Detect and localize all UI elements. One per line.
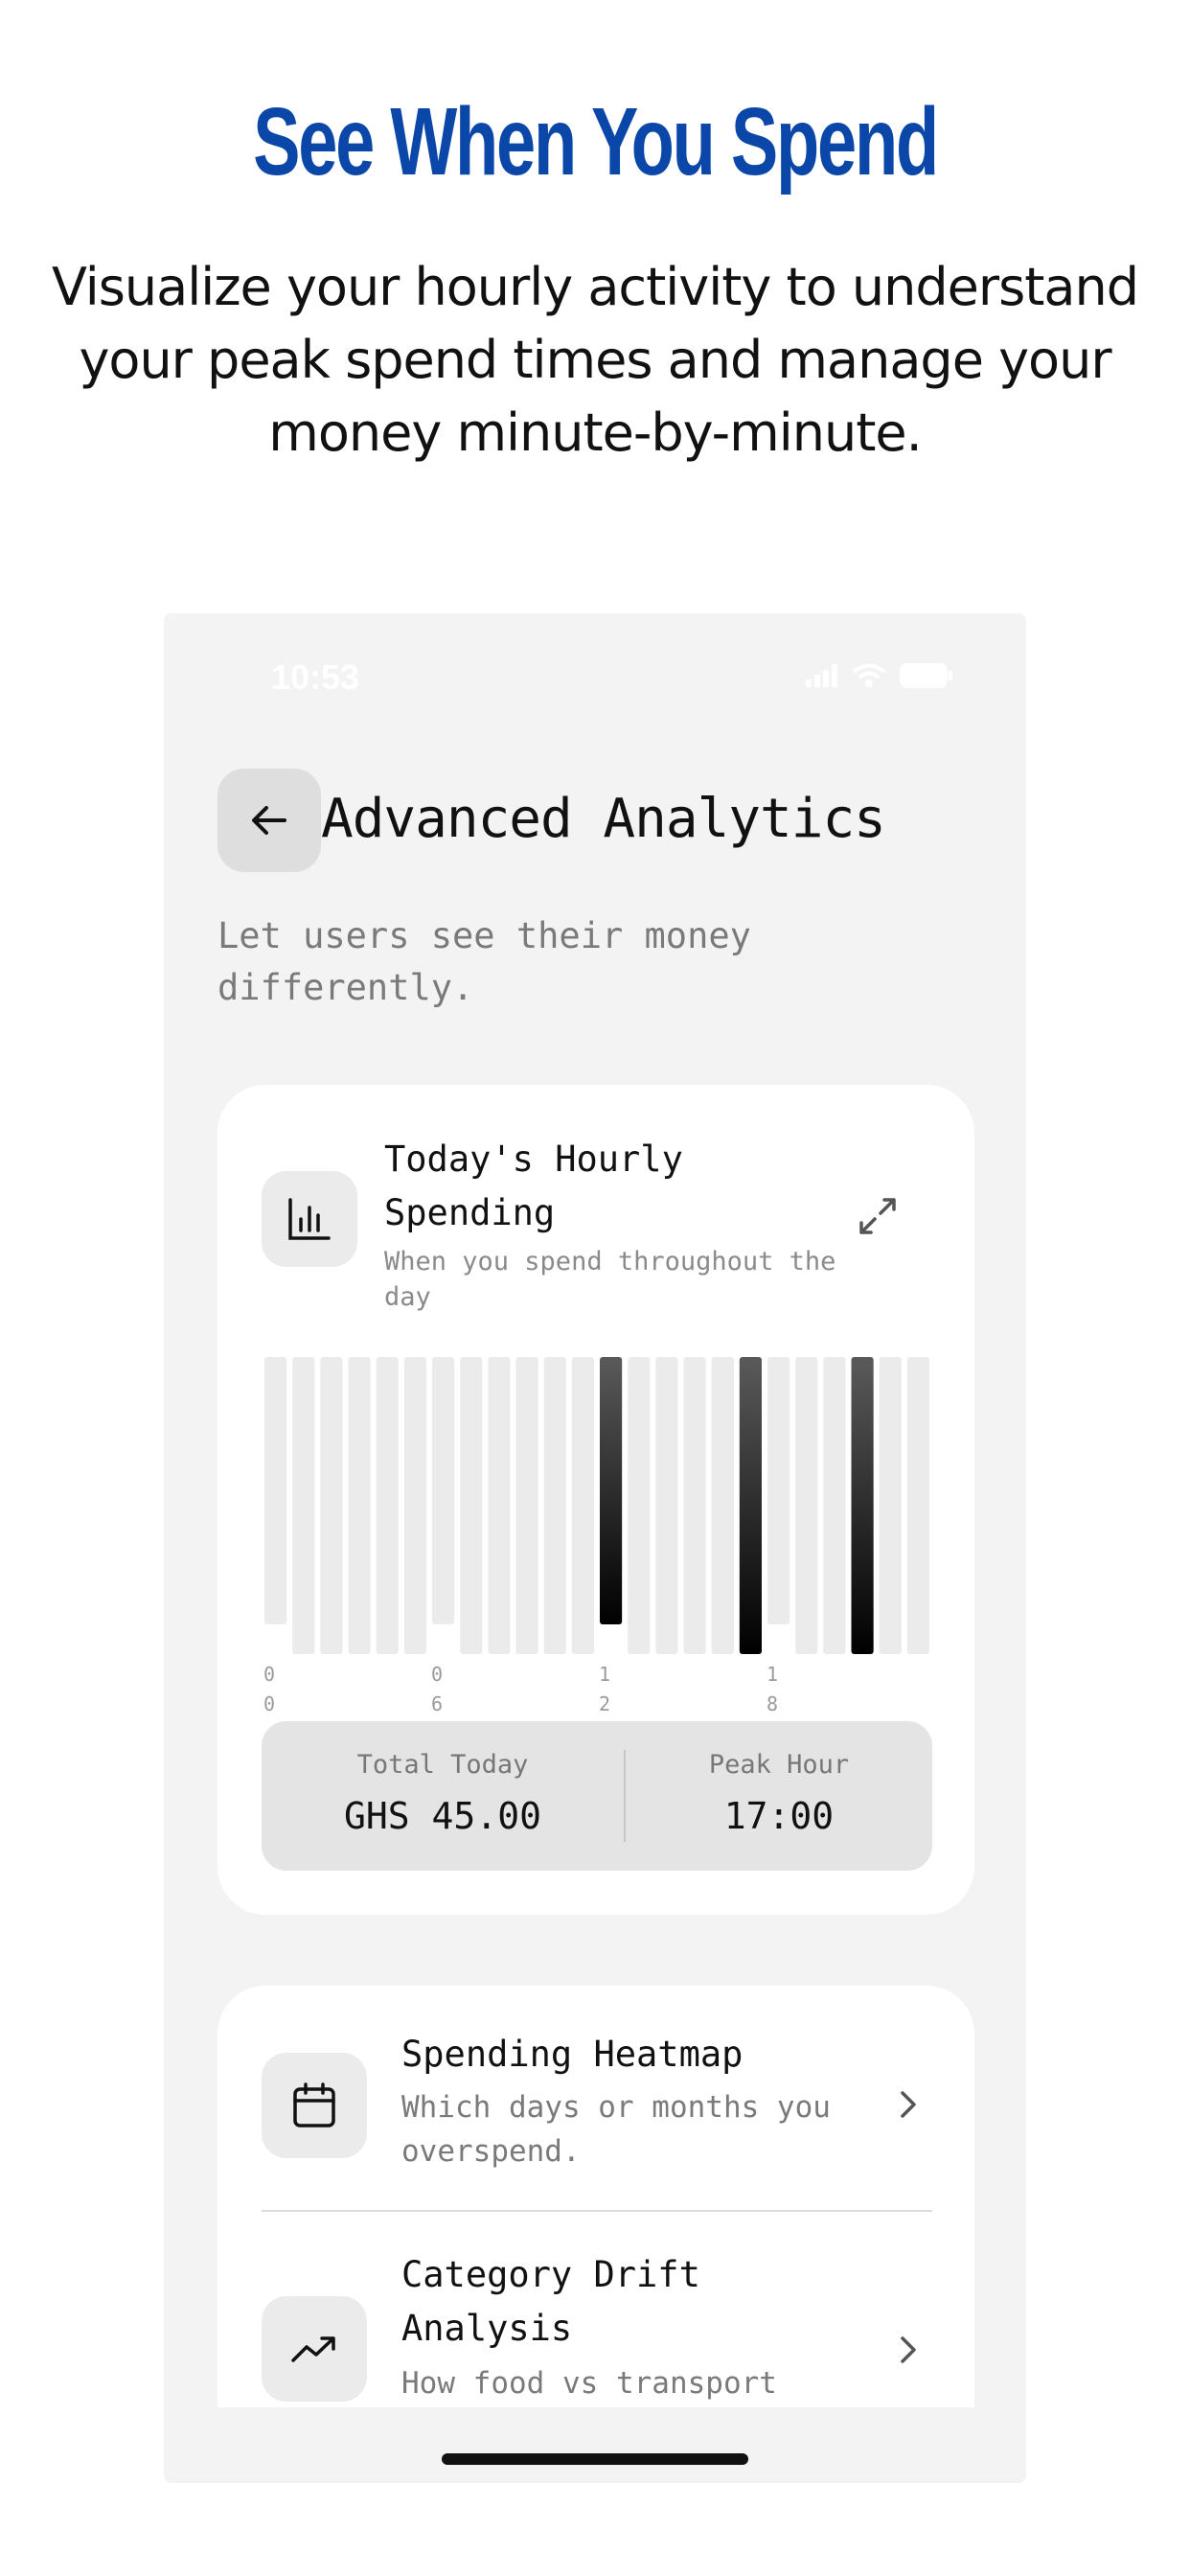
hour-bar-10 [543, 1357, 566, 1654]
hour-bar-19 [795, 1357, 818, 1654]
home-indicator[interactable] [442, 2453, 748, 2465]
app-screen: 10:53 Advanced Analytics Let users see t… [164, 613, 1026, 2407]
peak-hour-label: Peak Hour [708, 1750, 850, 1780]
back-button[interactable] [217, 769, 321, 872]
hour-bar-5 [403, 1357, 426, 1654]
feature-title: Spending Heatmap [401, 2034, 744, 2075]
calendar-icon [293, 2082, 335, 2128]
chart-svg [264, 1357, 929, 1654]
x-tick-line1: 0 [431, 1663, 444, 1686]
status-bar: 10:53 [164, 613, 1026, 738]
bar-chart-icon [288, 1198, 331, 1240]
heatmap-icon-tile [262, 2053, 367, 2158]
hour-bar-6 [432, 1357, 455, 1624]
hour-bar-2 [320, 1357, 343, 1654]
page-subtitle: Let users see their money differently. [217, 915, 751, 1008]
hour-bar-0 [264, 1357, 287, 1624]
card-title: Today's Hourly Spending [384, 1138, 683, 1233]
wifi-icon [852, 663, 886, 687]
peak-hour: Peak Hour 17:00 [626, 1721, 932, 1871]
chevron-right-icon [901, 2091, 916, 2118]
hour-bar-22 [879, 1357, 902, 1654]
status-time: 10:53 [271, 657, 360, 697]
marketing-headline: See When You Spend [253, 88, 939, 196]
feature-list-card: Spending Heatmap Which days or months yo… [217, 1986, 974, 2407]
x-tick-label: 06 [431, 1660, 454, 1719]
hour-bar-4 [376, 1357, 399, 1654]
arrow-left-icon [252, 806, 286, 835]
drift-icon-tile [262, 2296, 367, 2402]
hour-bar-13 [628, 1357, 651, 1654]
x-tick-line2: 6 [431, 1692, 444, 1715]
hour-bar-23 [906, 1357, 929, 1654]
daily-summary: Total Today GHS 45.00 Peak Hour 17:00 [262, 1721, 932, 1871]
signal-icon [806, 664, 837, 687]
expand-button[interactable] [854, 1192, 902, 1240]
feature-title: Category Drift Analysis [401, 2254, 700, 2349]
x-tick-line1: 0 [263, 1663, 276, 1686]
hour-bar-16 [711, 1357, 734, 1654]
hour-bar-8 [488, 1357, 511, 1654]
hourly-bar-chart [262, 1357, 932, 1654]
hourly-spending-card: Today's Hourly Spending When you spend t… [217, 1085, 974, 1915]
feature-description: How food vs transport [401, 2366, 777, 2401]
hour-bar-20 [823, 1357, 846, 1654]
card-subtitle: When you spend throughout the day [384, 1247, 836, 1312]
hour-bar-18 [767, 1357, 790, 1624]
status-icons [806, 663, 953, 688]
x-tick-line1: 1 [767, 1663, 779, 1686]
hour-bar-11 [571, 1357, 594, 1654]
x-tick-label: 18 [767, 1660, 790, 1719]
hour-bar-12 [600, 1357, 623, 1624]
trending-up-icon [291, 2336, 335, 2362]
phone-frame: 10:53 Advanced Analytics Let users see t… [164, 613, 1026, 2483]
x-tick-label: 00 [263, 1660, 286, 1719]
feature-description: Which days or months you overspend. [401, 2090, 831, 2169]
peak-hour-value: 17:00 [723, 1795, 835, 1837]
chevron-right-icon [901, 2336, 916, 2363]
hour-bar-17 [739, 1357, 762, 1654]
page-title: Advanced Analytics [321, 788, 886, 850]
hour-bar-1 [292, 1357, 315, 1654]
card-icon-tile [262, 1171, 357, 1267]
hour-bar-21 [851, 1357, 874, 1654]
battery-icon [900, 663, 952, 688]
x-tick-line2: 8 [767, 1692, 779, 1715]
total-today-label: Total Today [356, 1750, 529, 1780]
x-tick-line1: 1 [599, 1663, 611, 1686]
hour-bar-15 [683, 1357, 706, 1654]
marketing-subhead: Visualize your hourly activity to unders… [52, 257, 1139, 463]
chart-x-axis: 00061218 [262, 1660, 932, 1717]
hour-bar-14 [655, 1357, 678, 1654]
hour-bar-9 [515, 1357, 538, 1654]
total-today-value: GHS 45.00 [344, 1795, 541, 1837]
x-tick-label: 12 [599, 1660, 622, 1719]
hour-bar-3 [348, 1357, 371, 1654]
total-today: Total Today GHS 45.00 [262, 1721, 624, 1871]
x-tick-line2: 2 [599, 1692, 611, 1715]
row-divider [262, 2210, 932, 2212]
hour-bar-7 [460, 1357, 483, 1654]
expand-icon [859, 1198, 896, 1234]
x-tick-line2: 0 [263, 1692, 276, 1715]
